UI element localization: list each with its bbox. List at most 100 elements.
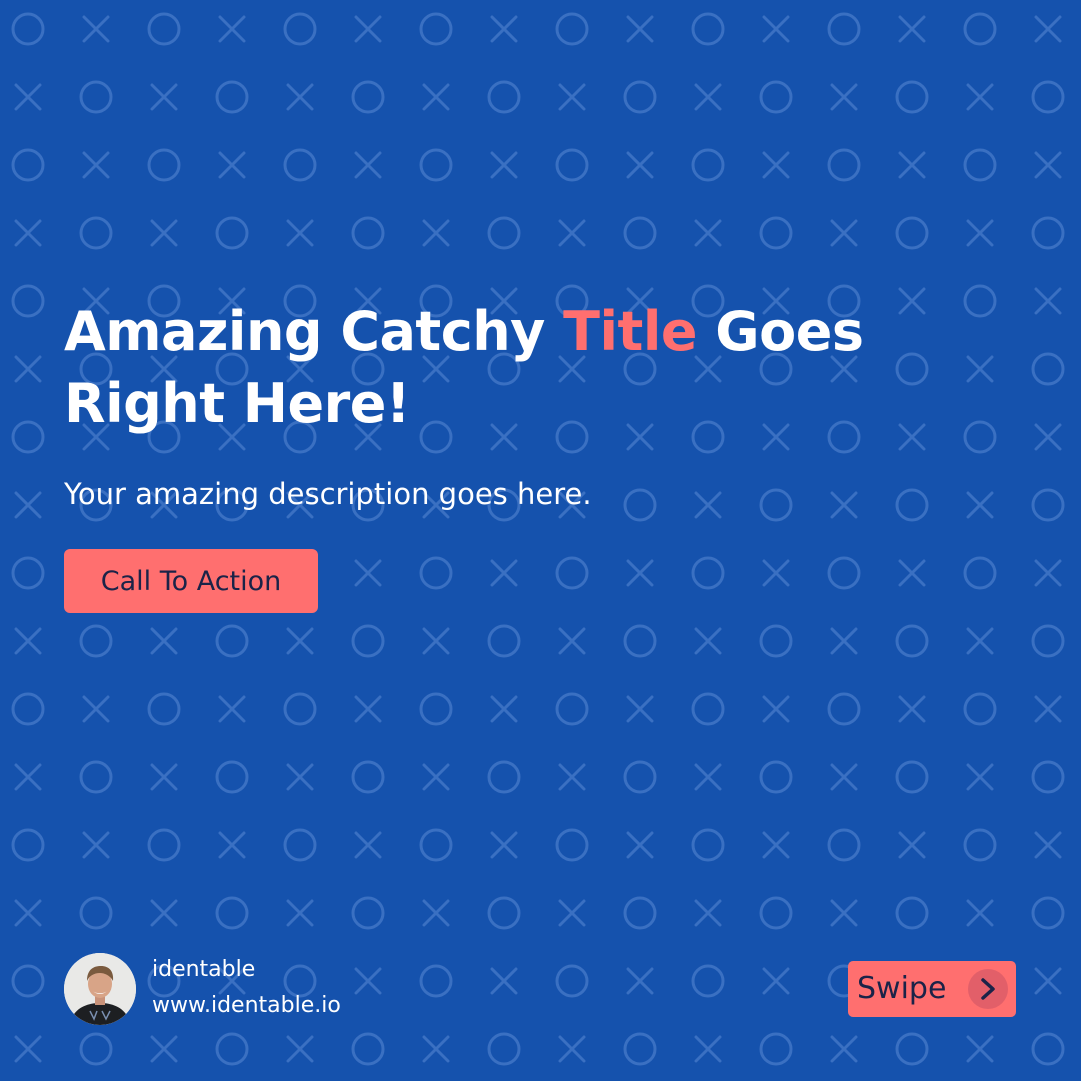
x-mark-icon	[966, 219, 994, 247]
x-mark-icon	[830, 219, 858, 247]
x-mark-icon	[1034, 15, 1062, 43]
x-mark-icon	[422, 763, 450, 791]
circle-outline-icon	[1031, 896, 1065, 930]
swipe-label: Swipe	[857, 971, 947, 1006]
circle-outline-icon	[419, 148, 453, 182]
circle-outline-icon	[79, 216, 113, 250]
x-mark-icon	[762, 15, 790, 43]
circle-outline-icon	[283, 828, 317, 862]
circle-outline-icon	[487, 896, 521, 930]
x-mark-icon	[830, 899, 858, 927]
circle-outline-icon	[895, 488, 929, 522]
circle-outline-icon	[623, 1032, 657, 1066]
x-mark-icon	[150, 627, 178, 655]
x-mark-icon	[218, 695, 246, 723]
circle-outline-icon	[759, 1032, 793, 1066]
x-mark-icon	[82, 831, 110, 859]
x-mark-icon	[14, 219, 42, 247]
x-mark-icon	[626, 967, 654, 995]
circle-outline-icon	[759, 216, 793, 250]
circle-outline-icon	[487, 760, 521, 794]
circle-outline-icon	[283, 148, 317, 182]
x-mark-icon	[1034, 559, 1062, 587]
x-mark-icon	[830, 763, 858, 791]
x-mark-icon	[490, 15, 518, 43]
circle-outline-icon	[215, 624, 249, 658]
circle-outline-icon	[623, 80, 657, 114]
circle-outline-icon	[759, 760, 793, 794]
circle-outline-icon	[215, 896, 249, 930]
x-mark-icon	[422, 899, 450, 927]
x-mark-icon	[218, 151, 246, 179]
circle-outline-icon	[487, 216, 521, 250]
circle-outline-icon	[419, 556, 453, 590]
x-mark-icon	[286, 763, 314, 791]
circle-outline-icon	[555, 148, 589, 182]
x-mark-icon	[898, 559, 926, 587]
x-mark-icon	[354, 695, 382, 723]
x-mark-icon	[830, 627, 858, 655]
circle-outline-icon	[827, 828, 861, 862]
circle-outline-icon	[351, 896, 385, 930]
x-mark-icon	[626, 15, 654, 43]
circle-outline-icon	[419, 12, 453, 46]
x-mark-icon	[626, 695, 654, 723]
x-mark-icon	[558, 763, 586, 791]
x-mark-icon	[898, 151, 926, 179]
circle-outline-icon	[1031, 488, 1065, 522]
x-mark-icon	[558, 1035, 586, 1063]
circle-outline-icon	[963, 828, 997, 862]
x-mark-icon	[490, 559, 518, 587]
x-mark-icon	[762, 559, 790, 587]
x-mark-icon	[1034, 423, 1062, 451]
circle-outline-icon	[351, 1032, 385, 1066]
x-mark-icon	[14, 1035, 42, 1063]
x-mark-icon	[422, 83, 450, 111]
x-mark-icon	[694, 219, 722, 247]
x-mark-icon	[14, 763, 42, 791]
x-mark-icon	[286, 1035, 314, 1063]
x-mark-icon	[1034, 287, 1062, 315]
x-mark-icon	[966, 83, 994, 111]
circle-outline-icon	[555, 12, 589, 46]
x-mark-icon	[966, 627, 994, 655]
x-mark-icon	[150, 763, 178, 791]
circle-outline-icon	[11, 556, 45, 590]
headline-accent-word: Title	[563, 300, 697, 363]
circle-outline-icon	[759, 896, 793, 930]
x-mark-icon	[830, 491, 858, 519]
swipe-button[interactable]: Swipe	[848, 961, 1016, 1017]
x-mark-icon	[354, 151, 382, 179]
x-mark-icon	[626, 559, 654, 587]
circle-outline-icon	[11, 148, 45, 182]
circle-outline-icon	[623, 624, 657, 658]
circle-outline-icon	[351, 80, 385, 114]
circle-outline-icon	[827, 148, 861, 182]
circle-outline-icon	[147, 12, 181, 46]
circle-outline-icon	[691, 148, 725, 182]
x-mark-icon	[490, 695, 518, 723]
x-mark-icon	[558, 83, 586, 111]
x-mark-icon	[422, 627, 450, 655]
x-mark-icon	[150, 1035, 178, 1063]
x-mark-icon	[14, 899, 42, 927]
circle-outline-icon	[691, 964, 725, 998]
circle-outline-icon	[691, 12, 725, 46]
circle-outline-icon	[963, 692, 997, 726]
x-mark-icon	[694, 627, 722, 655]
x-mark-icon	[626, 151, 654, 179]
x-mark-icon	[966, 355, 994, 383]
call-to-action-button[interactable]: Call To Action	[64, 549, 318, 613]
circle-outline-icon	[11, 284, 45, 318]
x-mark-icon	[898, 831, 926, 859]
circle-outline-icon	[555, 692, 589, 726]
circle-outline-icon	[1031, 352, 1065, 386]
headline: Amazing Catchy Title Goes Right Here!	[64, 296, 964, 440]
website-link[interactable]: www.identable.io	[152, 991, 341, 1021]
circle-outline-icon	[11, 12, 45, 46]
circle-outline-icon	[147, 148, 181, 182]
x-mark-icon	[354, 15, 382, 43]
circle-outline-icon	[623, 896, 657, 930]
x-mark-icon	[490, 967, 518, 995]
x-mark-icon	[694, 1035, 722, 1063]
